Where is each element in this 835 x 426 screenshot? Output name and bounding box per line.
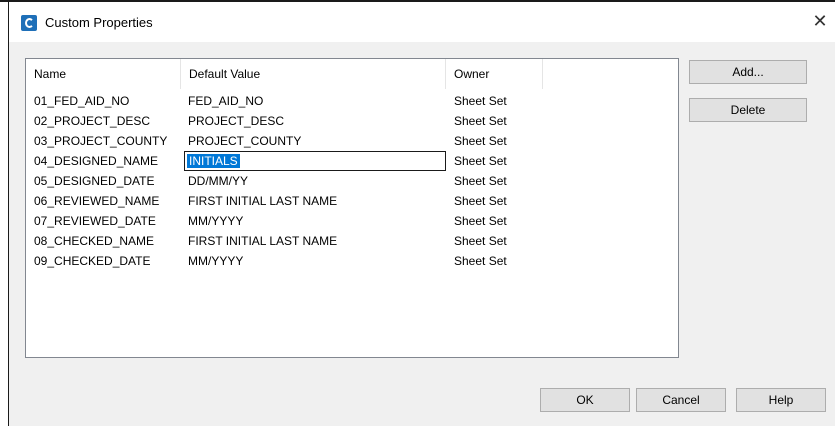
table-row[interactable]: 09_CHECKED_DATE MM/YYYY Sheet Set bbox=[26, 251, 678, 271]
property-name: 05_DESIGNED_DATE bbox=[34, 174, 155, 188]
property-default-value: FIRST INITIAL LAST NAME bbox=[188, 194, 338, 208]
properties-list[interactable]: Name Default Value Owner 01_FED_AID_NO FE… bbox=[25, 58, 679, 358]
table-row[interactable]: 04_DESIGNED_NAME INITIALS Sheet Set bbox=[26, 151, 678, 171]
property-name: 06_REVIEWED_NAME bbox=[34, 194, 160, 208]
property-name: 03_PROJECT_COUNTY bbox=[34, 134, 168, 148]
property-name: 08_CHECKED_NAME bbox=[34, 234, 155, 248]
help-button[interactable]: Help bbox=[736, 388, 826, 412]
property-name: 02_PROJECT_DESC bbox=[34, 114, 151, 128]
table-row[interactable]: 06_REVIEWED_NAME FIRST INITIAL LAST NAME S… bbox=[26, 191, 678, 211]
cancel-button[interactable]: Cancel bbox=[636, 388, 726, 412]
ok-button[interactable]: OK bbox=[540, 388, 630, 412]
column-header-name[interactable]: Name bbox=[26, 59, 180, 89]
property-owner: Sheet Set bbox=[454, 254, 507, 268]
property-name: 09_CHECKED_DATE bbox=[34, 254, 151, 268]
property-default-value: PROJECT_DESC bbox=[188, 114, 285, 128]
app-logo-icon bbox=[21, 15, 37, 31]
table-row[interactable]: 03_PROJECT_COUNTY PROJECT_COUNTY Sheet Set bbox=[26, 131, 678, 151]
table-row[interactable]: 02_PROJECT_DESC PROJECT_DESC Sheet Set bbox=[26, 111, 678, 131]
table-row[interactable]: 08_CHECKED_NAME FIRST INITIAL LAST NAME Sh… bbox=[26, 231, 678, 251]
property-name: 01_FED_AID_NO bbox=[34, 94, 130, 108]
property-name: 07_REVIEWED_DATE bbox=[34, 214, 156, 228]
add-button[interactable]: Add... bbox=[689, 60, 807, 84]
column-header-default-value[interactable]: Default Value bbox=[181, 59, 445, 89]
property-default-value: PROJECT_COUNTY bbox=[188, 134, 302, 148]
close-icon[interactable]: ✕ bbox=[809, 11, 831, 33]
property-owner: Sheet Set bbox=[454, 234, 507, 248]
property-owner: Sheet Set bbox=[454, 94, 507, 108]
list-header: Name Default Value Owner bbox=[26, 59, 678, 89]
property-owner: Sheet Set bbox=[454, 194, 507, 208]
property-default-value: DD/MM/YY bbox=[188, 174, 248, 188]
property-default-value: FIRST INITIAL LAST NAME bbox=[188, 234, 338, 248]
property-owner: Sheet Set bbox=[454, 114, 507, 128]
property-name: 04_DESIGNED_NAME bbox=[34, 154, 159, 168]
property-owner: Sheet Set bbox=[454, 214, 507, 228]
property-owner: Sheet Set bbox=[454, 174, 507, 188]
property-default-value: MM/YYYY bbox=[188, 254, 244, 268]
column-header-owner[interactable]: Owner bbox=[446, 59, 542, 89]
table-row[interactable]: 01_FED_AID_NO FED_AID_NO Sheet Set bbox=[26, 91, 678, 111]
title-bar: Custom Properties ✕ bbox=[9, 2, 835, 42]
property-default-value: FED_AID_NO bbox=[188, 94, 264, 108]
property-owner: Sheet Set bbox=[454, 154, 507, 168]
table-row[interactable]: 05_DESIGNED_DATE DD/MM/YY Sheet Set bbox=[26, 171, 678, 191]
property-default-value: MM/YYYY bbox=[188, 214, 244, 228]
dialog-title: Custom Properties bbox=[45, 15, 153, 30]
custom-properties-dialog: Custom Properties ✕ Name Default Value O… bbox=[8, 2, 835, 426]
column-divider[interactable] bbox=[542, 59, 543, 89]
delete-button[interactable]: Delete bbox=[689, 98, 807, 122]
default-value-edit-field[interactable]: INITIALS bbox=[184, 151, 446, 171]
table-row[interactable]: 07_REVIEWED_DATE MM/YYYY Sheet Set bbox=[26, 211, 678, 231]
property-owner: Sheet Set bbox=[454, 134, 507, 148]
selected-text: INITIALS bbox=[187, 154, 240, 168]
